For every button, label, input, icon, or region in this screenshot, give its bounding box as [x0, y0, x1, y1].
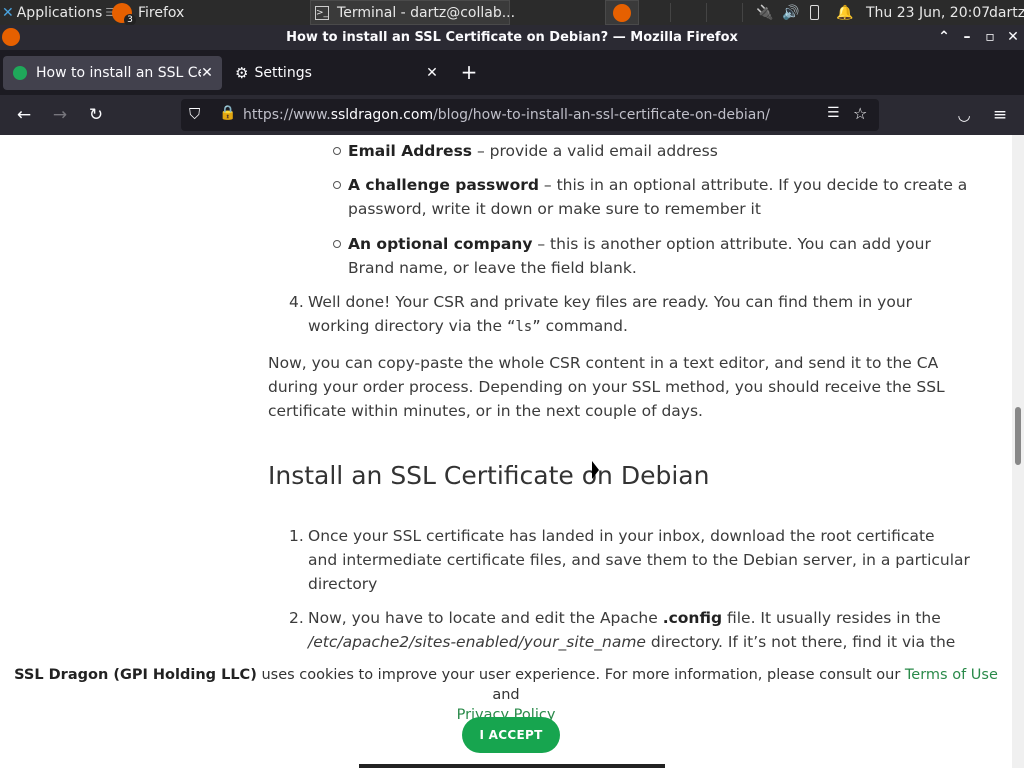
- mouse-cursor: [592, 461, 599, 481]
- forward-button[interactable]: →: [48, 103, 72, 127]
- list-item-challenge-cont: password, write it down or make sure to …: [348, 200, 761, 218]
- taskbar-terminal[interactable]: >_ Terminal - dartz@collab...: [310, 0, 515, 25]
- step4-text-cont: working directory via the “ls” command.: [308, 317, 628, 335]
- firefox-icon: 3: [112, 2, 136, 26]
- panel-separator: [706, 3, 707, 22]
- list-bullet: [333, 147, 341, 155]
- step1-text: Once your SSL certificate has landed in …: [308, 527, 935, 545]
- top-panel: ✕ Applications ☰ 3 Firefox >_ Terminal -…: [0, 0, 1024, 26]
- cookie-message: SSL Dragon (GPI Holding LLC) uses cookie…: [14, 667, 998, 723]
- cookie-banner: SSL Dragon (GPI Holding LLC) uses cookie…: [0, 659, 1012, 768]
- gear-icon: ⚙: [235, 64, 249, 82]
- tab-strip: How to install an SSL Cer ✕ ⚙ Settings ✕…: [0, 50, 1024, 95]
- list-item-email: Email Address – provide a valid email ad…: [348, 142, 718, 160]
- scrollbar-thumb[interactable]: [1015, 407, 1021, 465]
- battery-icon[interactable]: [810, 0, 826, 25]
- step-number: 1.: [289, 527, 304, 545]
- window-maximize-button[interactable]: ▫: [981, 28, 999, 46]
- tab-label: Settings: [254, 65, 312, 81]
- shield-icon[interactable]: ⛉: [189, 105, 200, 123]
- step2-text: Now, you have to locate and edit the Apa…: [308, 609, 941, 627]
- menu-icon[interactable]: ≡: [988, 103, 1012, 127]
- firefox-icon: [613, 3, 631, 22]
- close-icon[interactable]: ✕: [198, 64, 216, 82]
- applications-menu[interactable]: ✕ Applications ☰: [2, 0, 115, 25]
- url-bar[interactable]: ⛉ 🔒 https://www.ssldragon.com/blog/how-t…: [181, 99, 879, 131]
- tab-ssl-article[interactable]: How to install an SSL Cer ✕: [3, 56, 222, 90]
- tab-label: How to install an SSL Cer: [36, 65, 201, 81]
- applications-label: Applications: [16, 4, 103, 21]
- back-button[interactable]: ←: [12, 103, 36, 127]
- step4-text: Well done! Your CSR and private key file…: [308, 293, 913, 311]
- list-item-company-cont: Brand name, or leave the field blank.: [348, 259, 637, 277]
- window-count-badge: 3: [124, 13, 136, 26]
- user-menu[interactable]: dartz: [989, 0, 1024, 25]
- taskbar-firefox-label: Firefox: [138, 4, 185, 21]
- close-icon[interactable]: ✕: [423, 64, 441, 82]
- reader-view-icon[interactable]: ☰: [827, 105, 840, 121]
- navigation-bar: ← → ↻ ⛉ 🔒 https://www.ssldragon.com/blog…: [0, 95, 1024, 135]
- notifications-icon[interactable]: 🔔: [836, 0, 853, 25]
- step1-text-cont: and intermediate certificate files, and …: [308, 551, 970, 569]
- taskbar-terminal-label: Terminal - dartz@collab...: [337, 4, 516, 21]
- taskbar-firefox[interactable]: 3 Firefox: [112, 0, 304, 26]
- list-bullet: [333, 240, 341, 248]
- bookmark-star-icon[interactable]: ☆: [853, 104, 867, 123]
- paragraph-text: Now, you can copy-paste the whole CSR co…: [268, 354, 939, 372]
- volume-icon[interactable]: 🔊: [782, 0, 800, 25]
- ls-command-code: “ls”: [506, 319, 541, 335]
- bottom-bar: [359, 764, 665, 768]
- xfce-logo-icon: ✕: [2, 4, 14, 21]
- window-close-button[interactable]: ✕: [1004, 28, 1022, 46]
- accept-cookies-button[interactable]: I ACCEPT: [462, 717, 560, 753]
- reload-button[interactable]: ↻: [84, 103, 108, 127]
- network-icon[interactable]: 🔌: [756, 0, 774, 25]
- list-item-challenge: A challenge password – this in an option…: [348, 176, 968, 194]
- step-number: 2.: [289, 609, 304, 627]
- paragraph-text: during your order process. Depending on …: [268, 378, 945, 396]
- taskbar-firefox-active[interactable]: [605, 0, 639, 25]
- panel-separator: [742, 3, 743, 22]
- ssldragon-favicon: [13, 66, 27, 80]
- list-bullet: [333, 181, 341, 189]
- terminal-icon: >_: [315, 5, 330, 20]
- window-title: How to install an SSL Certificate on Deb…: [286, 30, 738, 45]
- window-titlebar[interactable]: How to install an SSL Certificate on Deb…: [0, 25, 1024, 50]
- paragraph-text: certificate within minutes, or in the ne…: [268, 402, 703, 420]
- window-minimize-button[interactable]: –: [958, 28, 976, 46]
- pocket-icon[interactable]: ◡: [952, 103, 976, 127]
- list-item-company: An optional company – this is another op…: [348, 235, 931, 253]
- clock[interactable]: Thu 23 Jun, 20:07: [866, 0, 990, 25]
- step-number: 4.: [289, 293, 304, 311]
- new-tab-button[interactable]: +: [457, 60, 481, 84]
- tab-settings[interactable]: ⚙ Settings ✕: [228, 56, 447, 90]
- window-shade-button[interactable]: ⌃: [935, 28, 953, 46]
- panel-separator: [670, 3, 671, 22]
- step2-text-cont: /etc/apache2/sites-enabled/your_site_nam…: [308, 633, 956, 651]
- section-heading: Install an SSL Certificate on Debian: [268, 461, 710, 490]
- url-text: https://www.ssldragon.com/blog/how-to-in…: [243, 107, 770, 123]
- step1-text-cont: directory: [308, 575, 378, 593]
- lock-icon[interactable]: 🔒: [219, 105, 236, 121]
- terms-of-use-link[interactable]: Terms of Use: [905, 667, 998, 683]
